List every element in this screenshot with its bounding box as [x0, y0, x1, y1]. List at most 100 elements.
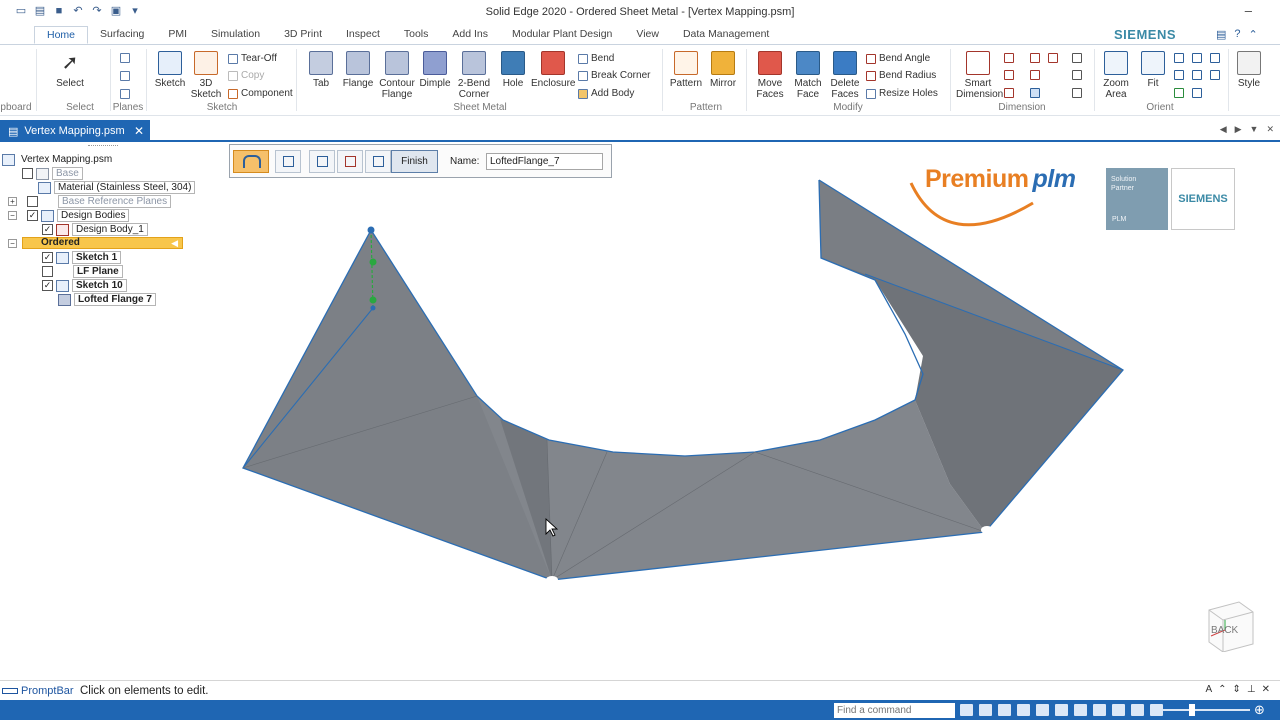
- tree-item-base[interactable]: Base: [22, 167, 83, 180]
- tree-item-sketch-10[interactable]: ✓ Sketch 10: [42, 279, 127, 292]
- view-tool-5[interactable]: [1210, 70, 1220, 80]
- view-tool-2[interactable]: [1192, 70, 1202, 80]
- vertex-point-right[interactable]: [981, 526, 993, 534]
- view-style-icon[interactable]: [1112, 704, 1125, 716]
- pan-icon-button[interactable]: [1174, 70, 1184, 80]
- tab-view[interactable]: View: [624, 26, 671, 44]
- mirror-button[interactable]: Mirror: [706, 51, 740, 89]
- dim-tool-6[interactable]: [1030, 88, 1040, 98]
- dim-tool-9[interactable]: [1072, 70, 1082, 80]
- close-window-icon[interactable]: ✕: [1266, 124, 1274, 135]
- 2-bend-corner-button[interactable]: 2-Bend Corner: [455, 51, 493, 100]
- help-icon[interactable]: ?: [1234, 28, 1240, 41]
- view-tool-4[interactable]: [1210, 53, 1220, 63]
- zoom-icon[interactable]: [998, 704, 1011, 716]
- zoom-area-button[interactable]: Zoom Area: [1100, 51, 1132, 100]
- fit-button[interactable]: Fit: [1138, 51, 1168, 89]
- bend-button[interactable]: Bend: [578, 53, 614, 64]
- tree-item-base-reference-planes[interactable]: + Base Reference Planes: [8, 195, 172, 208]
- expand-icon[interactable]: −: [8, 211, 17, 220]
- copy-button[interactable]: Copy: [228, 70, 264, 81]
- pattern-button[interactable]: Pattern: [668, 51, 704, 89]
- view-cube[interactable]: BACK: [1203, 598, 1257, 653]
- view-tool-1[interactable]: [1192, 53, 1202, 63]
- plane-icon-2[interactable]: [120, 71, 130, 81]
- zoom-icon-button[interactable]: [1174, 53, 1184, 63]
- checkbox-design-bodies[interactable]: ✓: [27, 210, 38, 221]
- tab-3d-print[interactable]: 3D Print: [272, 26, 334, 44]
- select-button[interactable]: ➚ Select: [52, 51, 88, 89]
- tree-item-sketch-1[interactable]: ✓ Sketch 1: [42, 251, 122, 264]
- extent-step-button[interactable]: [365, 150, 391, 173]
- minimize-button[interactable]: –: [1245, 3, 1252, 18]
- dim-tool-8[interactable]: [1072, 53, 1082, 63]
- tab-button[interactable]: Tab: [306, 51, 336, 89]
- dim-tool-1[interactable]: [1004, 53, 1014, 63]
- tab-add-ins[interactable]: Add Ins: [440, 26, 500, 44]
- feature-name-input[interactable]: [486, 153, 603, 170]
- dim-tool-7[interactable]: [1048, 53, 1058, 63]
- dim-tool-2[interactable]: [1004, 70, 1014, 80]
- dim-tool-3[interactable]: [1004, 88, 1014, 98]
- tear-off-button[interactable]: Tear-Off: [228, 53, 277, 64]
- tab-home[interactable]: Home: [34, 26, 89, 44]
- view-orientation-icon[interactable]: [1074, 704, 1087, 716]
- pan-icon[interactable]: [1036, 704, 1049, 716]
- checkbox-sketch-1[interactable]: ✓: [42, 252, 53, 263]
- lofted-flange-step-button[interactable]: [233, 150, 269, 173]
- options-button[interactable]: [275, 150, 301, 173]
- enclosure-button[interactable]: Enclosure: [531, 51, 575, 89]
- hole-button[interactable]: Hole: [498, 51, 528, 89]
- tree-item-ordered[interactable]: Ordered ◀: [22, 237, 183, 249]
- checkbox-lf-plane[interactable]: [42, 266, 53, 277]
- bend-angle-button[interactable]: Bend Angle: [866, 53, 930, 64]
- tree-item-lofted-flange-7[interactable]: Lofted Flange 7: [58, 293, 156, 306]
- document-tab[interactable]: ▤ Vertex Mapping.psm ✕: [0, 120, 150, 142]
- move-faces-button[interactable]: Move Faces: [752, 51, 788, 100]
- tree-item-material[interactable]: Material (Stainless Steel, 304): [38, 181, 196, 194]
- vertex-point-bottom[interactable]: [546, 576, 558, 584]
- sketch-button[interactable]: Sketch: [154, 51, 186, 89]
- tree-grip[interactable]: [88, 145, 118, 148]
- plane-icon-1[interactable]: [120, 53, 130, 63]
- fit-icon[interactable]: [1017, 704, 1030, 716]
- delete-faces-button[interactable]: Delete Faces: [827, 51, 863, 100]
- tree-item-design-body-1[interactable]: ✓ Design Body_1: [42, 223, 148, 236]
- dim-tool-4[interactable]: [1030, 53, 1040, 63]
- vertex-point-top[interactable]: [367, 226, 375, 234]
- tree-item-root[interactable]: Vertex Mapping.psm: [2, 153, 116, 166]
- break-corner-button[interactable]: Break Corner: [578, 70, 650, 81]
- zoom-slider-thumb[interactable]: [1189, 704, 1195, 716]
- rotate-icon-button[interactable]: [1174, 88, 1184, 98]
- expand-icon[interactable]: −: [8, 239, 17, 248]
- contour-flange-button[interactable]: Contour Flange: [378, 51, 416, 100]
- vertex-mapping-step-button[interactable]: [337, 150, 363, 173]
- 3d-sketch-button[interactable]: 3D Sketch: [190, 51, 222, 100]
- vertex-point-mapped[interactable]: [370, 305, 376, 311]
- match-face-button[interactable]: Match Face: [790, 51, 826, 100]
- close-icon[interactable]: ✕: [134, 124, 144, 138]
- tab-data-management[interactable]: Data Management: [671, 26, 781, 44]
- pin-icon[interactable]: ⊥: [1247, 684, 1256, 695]
- chevron-up-icon[interactable]: ⌃: [1218, 684, 1226, 695]
- font-size-icon[interactable]: A: [1205, 684, 1212, 695]
- dimple-button[interactable]: Dimple: [419, 51, 451, 89]
- chevron-right-icon[interactable]: ▶: [1235, 124, 1242, 135]
- tab-inspect[interactable]: Inspect: [334, 26, 392, 44]
- tab-simulation[interactable]: Simulation: [199, 26, 272, 44]
- model-face-center[interactable]: [477, 396, 985, 580]
- find-command-input[interactable]: [834, 703, 955, 718]
- dim-tool-5[interactable]: [1030, 70, 1040, 80]
- expand-icon[interactable]: +: [8, 197, 17, 206]
- zoom-in-icon[interactable]: ⊕: [1254, 702, 1265, 718]
- plane-icon-3[interactable]: [120, 89, 130, 99]
- tree-item-design-bodies[interactable]: − ✓ Design Bodies: [8, 209, 130, 222]
- smart-dimension-button[interactable]: Smart Dimension: [956, 51, 1003, 100]
- style-button[interactable]: Style: [1234, 51, 1264, 89]
- model-face-left[interactable]: [243, 230, 552, 580]
- checkbox-base[interactable]: [22, 168, 33, 179]
- layout-icon[interactable]: ▤: [1216, 28, 1226, 41]
- tree-item-lf-plane[interactable]: LF Plane: [42, 265, 123, 278]
- vertex-handle-1[interactable]: [369, 258, 377, 266]
- component-button[interactable]: Component: [228, 88, 293, 99]
